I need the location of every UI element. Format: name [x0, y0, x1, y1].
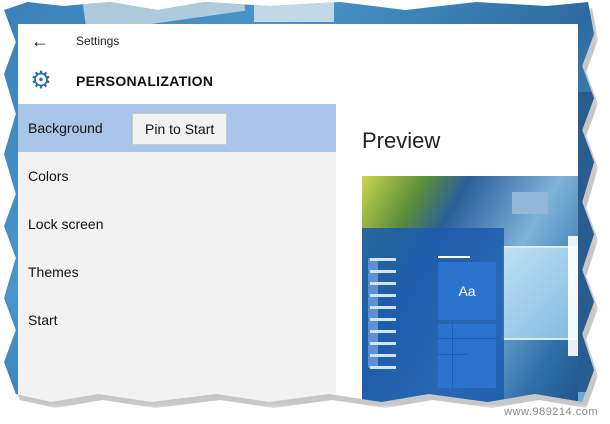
- back-button[interactable]: ←: [18, 24, 62, 58]
- title-bar: ← Settings: [18, 24, 578, 58]
- preview-window-edge: [568, 236, 578, 356]
- sidebar-item-label: Colors: [28, 168, 69, 184]
- watermark: www.989214.com: [504, 406, 598, 418]
- gear-icon: ⚙: [30, 67, 52, 94]
- preview-app-list: [370, 258, 396, 378]
- page-title: PERSONALIZATION: [76, 73, 214, 89]
- preview-start-menu: Aa: [362, 228, 504, 402]
- window-title: Settings: [76, 34, 120, 48]
- preview-tile: Aa: [438, 262, 496, 320]
- preview-heading: Preview: [362, 128, 441, 153]
- page-header: ⚙ PERSONALIZATION: [18, 58, 578, 104]
- preview-tile-header: [438, 256, 470, 258]
- sidebar-item-label: Start: [28, 312, 58, 328]
- background-preview: Aa: [362, 176, 578, 402]
- sidebar-item-background[interactable]: Background Pin to Start: [18, 104, 336, 152]
- preview-wallpaper-detail: [502, 246, 578, 340]
- sidebar-item-label: Themes: [28, 264, 79, 280]
- desktop-wallpaper: ← Settings ⚙ PERSONALIZATION Background …: [4, 2, 594, 402]
- back-arrow-icon: ←: [31, 30, 49, 51]
- preview-tile-grid: [438, 324, 496, 388]
- sidebar-item-themes[interactable]: Themes: [18, 248, 336, 296]
- sidebar-item-label: Background: [28, 120, 103, 136]
- sidebar-item-start[interactable]: Start: [18, 296, 336, 344]
- settings-window: ← Settings ⚙ PERSONALIZATION Background …: [18, 24, 578, 402]
- sidebar-item-label: Lock screen: [28, 216, 104, 232]
- preview-wallpaper-detail: [512, 192, 548, 214]
- sidebar-item-colors[interactable]: Colors: [18, 152, 336, 200]
- pin-to-start-button[interactable]: Pin to Start: [132, 113, 228, 145]
- sidebar-item-lock-screen[interactable]: Lock screen: [18, 200, 336, 248]
- sidebar-nav: Background Pin to Start Colors Lock scre…: [18, 104, 336, 402]
- content-pane: Preview Aa: [336, 104, 578, 402]
